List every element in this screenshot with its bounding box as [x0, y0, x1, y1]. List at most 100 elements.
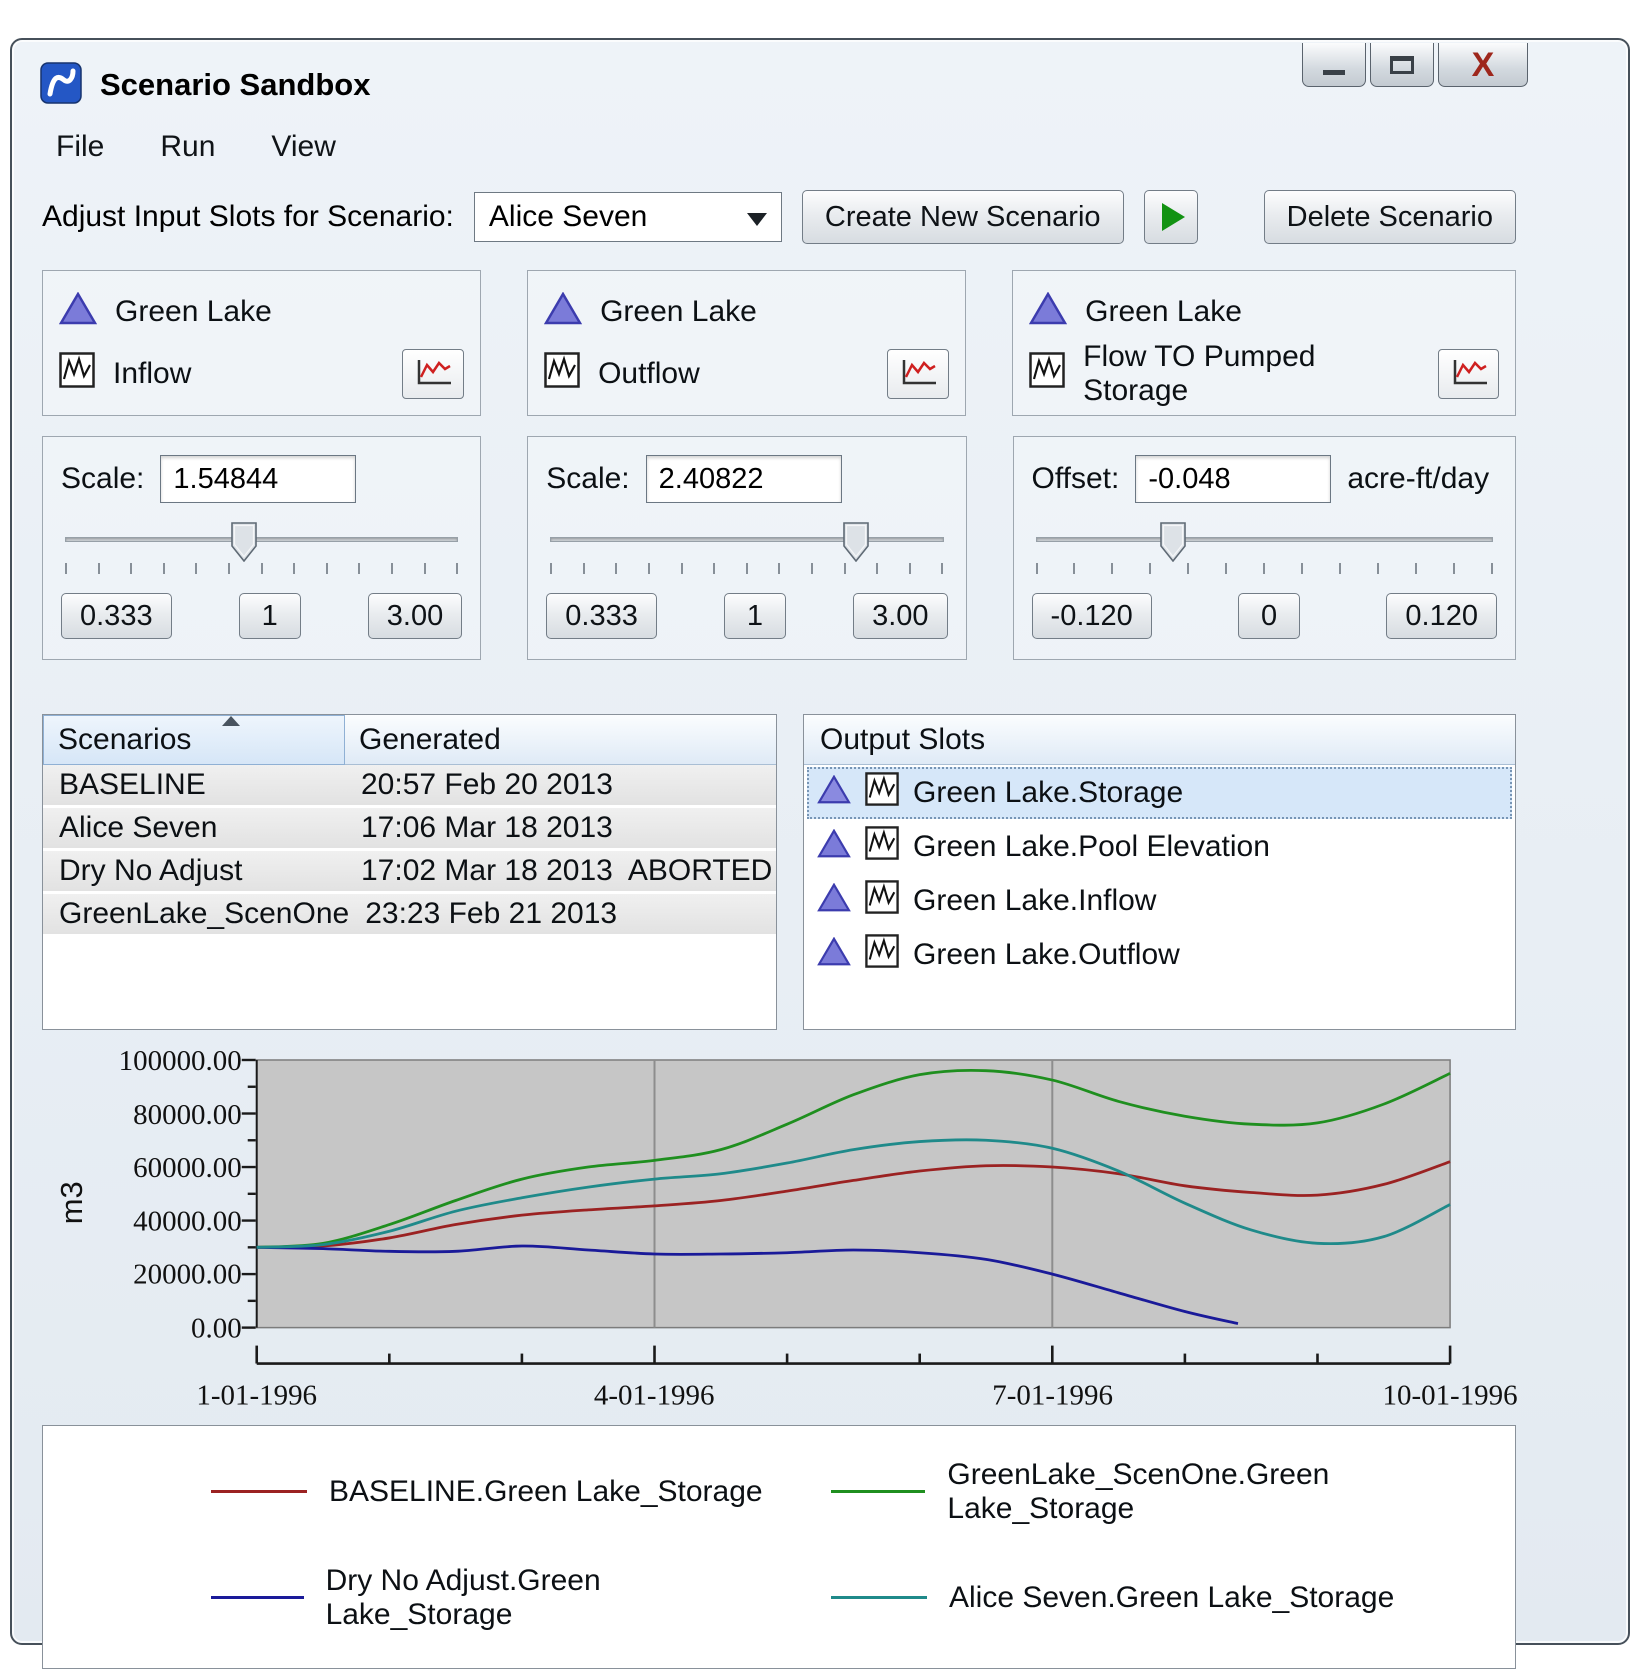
slider-groove[interactable] — [1036, 537, 1493, 542]
slider-min-button[interactable]: 0.333 — [546, 593, 657, 639]
input-slot-panel-pumped-storage: Green Lake Flow TO Pumped Storage — [1012, 270, 1516, 416]
slider-groove[interactable] — [65, 537, 458, 542]
slider-handle[interactable] — [231, 522, 257, 562]
x-tick-label: 1-01-1996 — [196, 1380, 317, 1412]
output-slots-header-label: Output Slots — [820, 723, 985, 757]
window-title: Scenario Sandbox — [100, 67, 370, 103]
slot-name: Inflow — [113, 357, 191, 391]
adjuster-panels: Scale: 0.333 1 3.00 Scale: — [42, 436, 1516, 660]
run-scenario-button[interactable] — [1144, 190, 1198, 244]
slider-handle[interactable] — [1160, 522, 1186, 562]
input-slot-panel-outflow: Green Lake Outflow — [527, 270, 966, 416]
slider-tick-marks — [1036, 563, 1493, 577]
scale-slider[interactable] — [65, 519, 458, 563]
scale-label: Scale: — [546, 462, 629, 496]
menu-file[interactable]: File — [56, 130, 104, 164]
offset-label: Offset: — [1032, 462, 1120, 496]
input-slot-panel-inflow: Green Lake Inflow — [42, 270, 481, 416]
output-slot-item[interactable]: Green Lake.Pool Elevation — [807, 821, 1512, 873]
table-row[interactable]: Alice Seven 17:06 Mar 18 2013 — [43, 808, 776, 851]
menubar: File Run View — [12, 114, 1628, 176]
storage-chart: 100000.00 80000.00 60000.00 40000.00 200… — [42, 1048, 1516, 1413]
legend-line-sample — [831, 1490, 925, 1493]
create-new-scenario-button[interactable]: Create New Scenario — [802, 190, 1124, 244]
legend-entry: BASELINE.Green Lake_Storage — [211, 1458, 779, 1526]
sort-ascending-icon — [222, 716, 240, 726]
reservoir-object-icon — [1029, 292, 1067, 333]
menu-view[interactable]: View — [271, 130, 335, 164]
scale-slider[interactable] — [550, 519, 943, 563]
table-row[interactable]: Dry No Adjust 17:02 Mar 18 2013 ABORTED — [43, 851, 776, 894]
output-slot-label: Green Lake.Storage — [913, 776, 1183, 810]
scale-input[interactable] — [646, 455, 842, 503]
mini-plot-icon — [412, 357, 454, 392]
open-plot-button[interactable] — [402, 349, 464, 399]
x-tick-label: 7-01-1996 — [992, 1380, 1113, 1412]
reservoir-object-icon — [817, 775, 851, 812]
output-slot-item[interactable]: Green Lake.Outflow — [807, 929, 1512, 981]
chart-legend: BASELINE.Green Lake_Storage GreenLake_Sc… — [42, 1425, 1516, 1669]
scale-input[interactable] — [160, 455, 356, 503]
scenario-dropdown-value: Alice Seven — [489, 200, 647, 234]
open-plot-button[interactable] — [1438, 349, 1499, 399]
table-row[interactable]: GreenLake_ScenOne 23:23 Feb 21 2013 — [43, 894, 776, 937]
slider-min-button[interactable]: 0.333 — [61, 593, 172, 639]
maximize-button[interactable] — [1370, 43, 1434, 87]
scenarios-header-label: Scenarios — [58, 723, 191, 757]
slider-handle[interactable] — [843, 522, 869, 562]
menu-run[interactable]: Run — [160, 130, 215, 164]
reservoir-object-icon — [59, 292, 97, 333]
slider-max-button[interactable]: 3.00 — [368, 593, 462, 639]
y-axis-title: m3 — [54, 1181, 89, 1224]
series-slot-icon — [865, 772, 899, 814]
slot-object-name: Green Lake — [600, 295, 757, 329]
slider-mid-button[interactable]: 1 — [724, 593, 786, 639]
legend-label: BASELINE.Green Lake_Storage — [329, 1475, 763, 1509]
output-slot-item[interactable]: Green Lake.Storage — [807, 767, 1512, 819]
legend-entry: Alice Seven.Green Lake_Storage — [831, 1564, 1515, 1632]
legend-line-sample — [211, 1490, 307, 1493]
slider-mid-button[interactable]: 0 — [1238, 593, 1300, 639]
series-slot-icon — [865, 826, 899, 868]
scenarios-table-header: Scenarios Generated — [43, 715, 776, 765]
slot-object-name: Green Lake — [1085, 295, 1242, 329]
legend-label: Dry No Adjust.Green Lake_Storage — [326, 1564, 779, 1632]
open-plot-button[interactable] — [887, 349, 949, 399]
scenario-name: GreenLake_ScenOne — [43, 897, 349, 931]
window-controls: X — [1302, 43, 1528, 87]
y-tick-label: 20000.00 — [133, 1259, 242, 1291]
slider-mid-button[interactable]: 1 — [239, 593, 301, 639]
legend-line-sample — [831, 1596, 927, 1599]
close-button[interactable]: X — [1438, 43, 1528, 87]
minimize-button[interactable] — [1302, 43, 1366, 87]
mini-plot-icon — [1448, 357, 1490, 392]
y-tick-label: 0.00 — [191, 1313, 242, 1345]
table-row[interactable]: BASELINE 20:57 Feb 20 2013 — [43, 765, 776, 808]
generated-column-header[interactable]: Generated — [345, 715, 776, 765]
delete-scenario-button[interactable]: Delete Scenario — [1264, 190, 1516, 244]
scenario-name: Dry No Adjust — [43, 854, 345, 888]
slot-name: Outflow — [598, 357, 700, 391]
series-slot-icon — [1029, 352, 1065, 396]
offset-input[interactable] — [1135, 455, 1331, 503]
input-slot-panels: Green Lake Inflow Green Lake Outflow G — [42, 270, 1516, 416]
generated-header-label: Generated — [359, 723, 501, 757]
legend-entry: GreenLake_ScenOne.Green Lake_Storage — [831, 1458, 1515, 1526]
scenario-generated: 17:02 Mar 18 2013 ABORTED — [345, 854, 772, 888]
scenarios-table: Scenarios Generated BASELINE 20:57 Feb 2… — [42, 714, 777, 1030]
legend-label: GreenLake_ScenOne.Green Lake_Storage — [947, 1458, 1515, 1526]
legend-line-sample — [211, 1596, 304, 1599]
slider-max-button[interactable]: 3.00 — [853, 593, 947, 639]
slider-groove[interactable] — [550, 537, 943, 542]
slider-min-button[interactable]: -0.120 — [1032, 593, 1152, 639]
scenario-dropdown[interactable]: Alice Seven — [474, 192, 782, 242]
scale-adjuster-outflow: Scale: 0.333 1 3.00 — [527, 436, 966, 660]
series-slot-icon — [544, 352, 580, 396]
y-tick-label: 100000.00 — [119, 1048, 242, 1077]
mini-plot-icon — [897, 357, 939, 392]
output-slot-item[interactable]: Green Lake.Inflow — [807, 875, 1512, 927]
offset-slider[interactable] — [1036, 519, 1493, 563]
series-slot-icon — [865, 880, 899, 922]
scenarios-column-header[interactable]: Scenarios — [43, 715, 345, 765]
slider-max-button[interactable]: 0.120 — [1386, 593, 1497, 639]
